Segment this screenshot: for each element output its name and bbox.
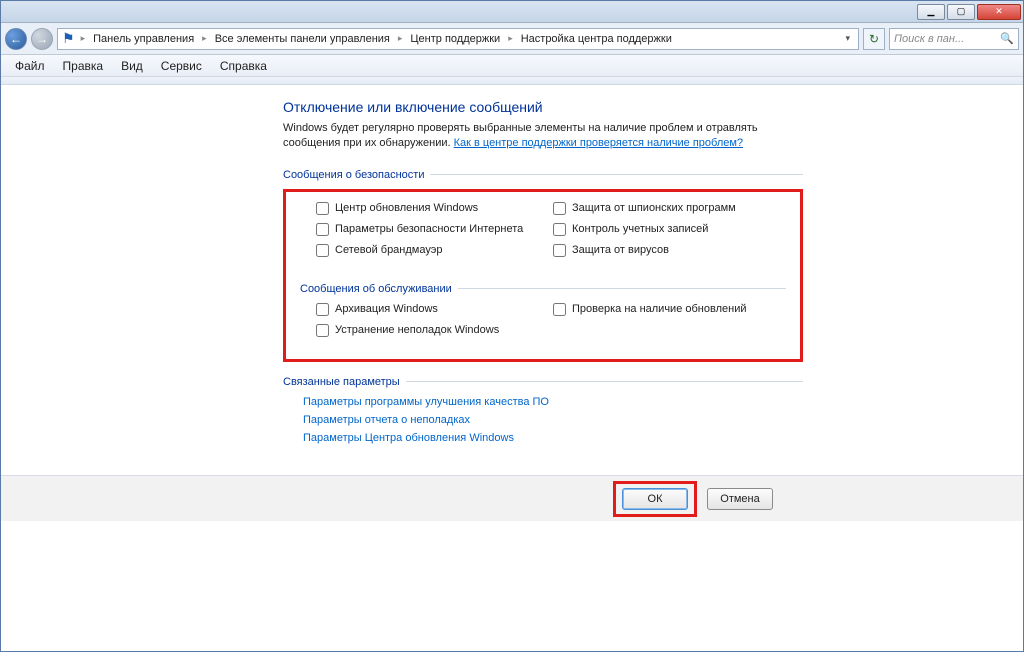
checkbox-windows-update[interactable]: Центр обновления Windows [316,202,533,215]
chevron-right-icon: ▸ [394,33,407,44]
checkbox-input[interactable] [316,244,329,257]
menu-file[interactable]: Файл [7,57,53,75]
related-link-windows-update[interactable]: Параметры Центра обновления Windows [303,432,803,444]
page-title: Отключение или включение сообщений [283,99,803,115]
checkbox-input[interactable] [553,303,566,316]
breadcrumb-item[interactable]: Центр поддержки [408,31,502,47]
breadcrumb-item[interactable]: Настройка центра поддержки [519,31,674,47]
menu-view[interactable]: Вид [113,57,151,75]
checkbox-uac[interactable]: Контроль учетных записей [553,223,770,236]
arrow-right-icon: → [36,32,48,46]
checkbox-label: Центр обновления Windows [335,202,478,214]
address-dropdown[interactable]: ▾ [841,33,854,44]
back-button[interactable]: ← [5,28,27,50]
breadcrumb-item[interactable]: Панель управления [91,31,196,47]
divider [458,288,786,289]
checkbox-spyware[interactable]: Защита от шпионских программ [553,202,770,215]
close-icon: ✕ [995,6,1003,17]
group-related-title-row: Связанные параметры [283,376,803,388]
minimize-icon: ▁ [928,6,935,17]
checkbox-input[interactable] [316,303,329,316]
checkbox-label: Контроль учетных записей [572,223,708,235]
toolbar-strip [1,77,1023,85]
help-link[interactable]: Как в центре поддержки проверяется налич… [454,137,743,149]
footer-buttons: ОК Отмена [1,475,1023,521]
maintenance-checkbox-grid: Архивация Windows Проверка на наличие об… [296,303,790,345]
checkbox-troubleshooting[interactable]: Устранение неполадок Windows [316,324,533,337]
divider [430,174,803,175]
group-related-title: Связанные параметры [283,376,400,388]
search-icon: 🔍 [1000,32,1014,45]
ok-button[interactable]: ОК [622,488,688,510]
checkbox-input[interactable] [316,202,329,215]
maximize-button[interactable]: ▢ [947,4,975,20]
menu-edit[interactable]: Правка [55,57,112,75]
security-checkbox-grid: Центр обновления Windows Защита от шпион… [296,202,790,265]
checkbox-label: Проверка на наличие обновлений [572,303,746,315]
maximize-icon: ▢ [957,6,966,17]
search-placeholder: Поиск в пан... [894,33,964,45]
cancel-button[interactable]: Отмена [707,488,773,510]
checkbox-label: Устранение неполадок Windows [335,324,499,336]
checkbox-label: Параметры безопасности Интернета [335,223,523,235]
refresh-icon: ↻ [869,32,879,46]
checkbox-input[interactable] [316,223,329,236]
checkbox-backup[interactable]: Архивация Windows [316,303,533,316]
page-description: Windows будет регулярно проверять выбран… [283,121,763,151]
menu-help[interactable]: Справка [212,57,275,75]
checkbox-internet-security[interactable]: Параметры безопасности Интернета [316,223,533,236]
group-security-title-row: Сообщения о безопасности [283,169,803,181]
checkbox-label: Сетевой брандмауэр [335,244,442,256]
checkbox-input[interactable] [553,202,566,215]
highlighted-settings-box: Центр обновления Windows Защита от шпион… [283,189,803,362]
breadcrumb-item[interactable]: Все элементы панели управления [213,31,392,47]
related-links: Параметры программы улучшения качества П… [283,396,803,444]
search-input[interactable]: Поиск в пан... 🔍 [889,28,1019,50]
checkbox-label: Защита от вирусов [572,244,669,256]
window-titlebar: ▁ ▢ ✕ [1,1,1023,23]
checkbox-label: Защита от шпионских программ [572,202,736,214]
related-link-error-reporting[interactable]: Параметры отчета о неполадках [303,414,803,426]
menu-bar: Файл Правка Вид Сервис Справка [1,55,1023,77]
refresh-button[interactable]: ↻ [863,28,885,50]
group-maintenance-title-row: Сообщения об обслуживании [296,283,790,295]
chevron-right-icon: ▸ [198,33,211,44]
group-maintenance-title: Сообщения об обслуживании [300,283,452,295]
flag-icon: ⚑ [62,30,75,47]
navigation-bar: ← → ⚑ ▸ Панель управления ▸ Все элементы… [1,23,1023,55]
group-security-title: Сообщения о безопасности [283,169,424,181]
minimize-button[interactable]: ▁ [917,4,945,20]
forward-button[interactable]: → [31,28,53,50]
ok-highlight-box: ОК [613,481,697,517]
checkbox-updates-check[interactable]: Проверка на наличие обновлений [553,303,770,316]
checkbox-input[interactable] [553,244,566,257]
checkbox-antivirus[interactable]: Защита от вирусов [553,244,770,257]
close-button[interactable]: ✕ [977,4,1021,20]
checkbox-firewall[interactable]: Сетевой брандмауэр [316,244,533,257]
divider [406,381,803,382]
arrow-left-icon: ← [10,32,22,46]
content-area: Отключение или включение сообщений Windo… [1,85,1023,651]
chevron-right-icon: ▸ [77,33,90,44]
menu-tools[interactable]: Сервис [153,57,210,75]
checkbox-input[interactable] [553,223,566,236]
chevron-right-icon: ▸ [504,33,517,44]
related-link-ceip[interactable]: Параметры программы улучшения качества П… [303,396,803,408]
checkbox-label: Архивация Windows [335,303,438,315]
address-bar[interactable]: ⚑ ▸ Панель управления ▸ Все элементы пан… [57,28,859,50]
checkbox-input[interactable] [316,324,329,337]
